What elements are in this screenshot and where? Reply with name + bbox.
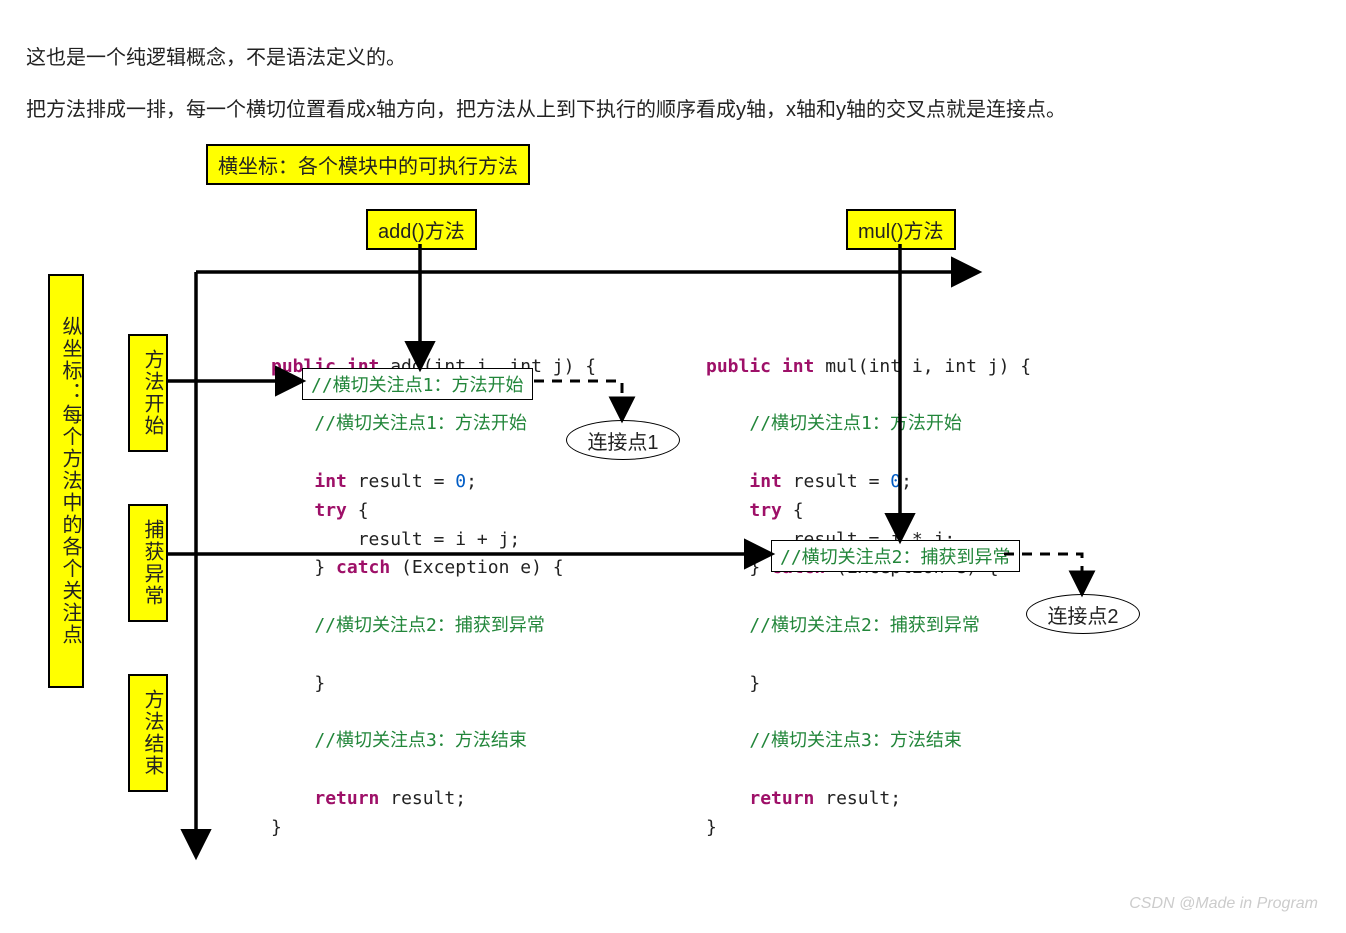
comment-c2: //横切关注点2：捕获到异常: [706, 615, 980, 636]
comment-c2: //横切关注点2：捕获到异常: [271, 615, 545, 636]
line: result = i + j;: [271, 529, 520, 550]
kw-public: public int: [706, 356, 825, 377]
x-axis-title: 横坐标：各个模块中的可执行方法: [206, 144, 530, 185]
code-block-add: public int add(int i, int j) { //横切关注点1：…: [271, 324, 596, 842]
joinpoint-diagram: 横坐标：各个模块中的可执行方法 add()方法 mul()方法 纵坐标：每个方法…: [36, 144, 1196, 884]
row-label-method-start: 方法开始: [128, 334, 168, 452]
row-label-method-end: 方法结束: [128, 674, 168, 792]
comment-c3: //横切关注点3：方法结束: [749, 730, 962, 751]
joinpoint-1: 连接点1: [566, 420, 680, 460]
focus-box-1: //横切关注点1：方法开始: [302, 368, 533, 400]
joinpoint-2: 连接点2: [1026, 594, 1140, 634]
comment-c1: //横切关注点1：方法开始: [314, 413, 527, 434]
column-header-add: add()方法: [366, 209, 477, 250]
fn-params: (int i, int j) {: [858, 356, 1031, 377]
comment-c3: //横切关注点3：方法结束: [314, 730, 527, 751]
intro-paragraph-2: 把方法排成一排，每一个横切位置看成x轴方向，把方法从上到下执行的顺序看成y轴，x…: [26, 94, 1320, 126]
column-header-mul: mul()方法: [846, 209, 956, 250]
intro-paragraph-1: 这也是一个纯逻辑概念，不是语法定义的。: [26, 42, 1320, 74]
row-label-catch: 捕获异常: [128, 504, 168, 622]
fn-name: mul: [825, 356, 858, 377]
watermark: CSDN @Made in Program: [1129, 895, 1318, 913]
y-axis-title: 纵坐标：每个方法中的各个关注点: [48, 274, 84, 688]
code-block-mul: public int mul(int i, int j) { //横切关注点1：…: [706, 324, 1031, 842]
comment-c1: //横切关注点1：方法开始: [749, 413, 962, 434]
focus-box-2: //横切关注点2：捕获到异常: [771, 540, 1020, 572]
